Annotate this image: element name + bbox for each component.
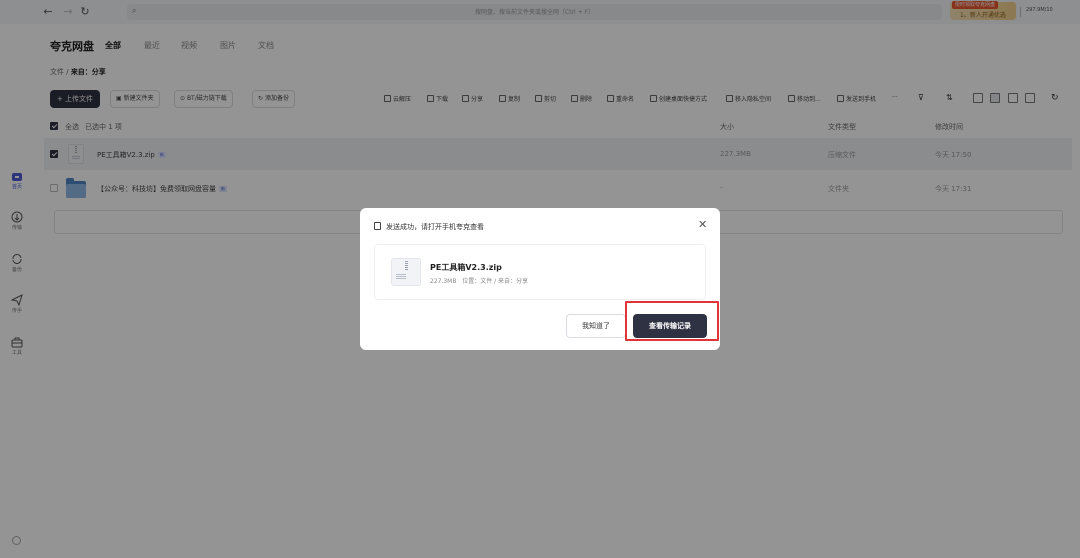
file-location: 位置：文件 / 来自：分享 <box>462 278 529 285</box>
dialog-title: 发送成功，请打开手机夸克查看 <box>386 223 484 231</box>
zip-file-icon <box>391 258 421 286</box>
got-it-button[interactable]: 我知道了 <box>566 314 626 338</box>
file-meta: 227.3MB 位置：文件 / 来自：分享 <box>430 276 528 285</box>
close-icon[interactable]: ✕ <box>698 219 707 231</box>
file-card: PE工具箱V2.3.zip 227.3MB 位置：文件 / 来自：分享 <box>374 244 706 300</box>
highlight-box <box>625 301 719 341</box>
file-size: 227.3MB <box>430 278 457 285</box>
phone-send-icon <box>374 222 381 230</box>
file-name: PE工具箱V2.3.zip <box>430 263 502 272</box>
